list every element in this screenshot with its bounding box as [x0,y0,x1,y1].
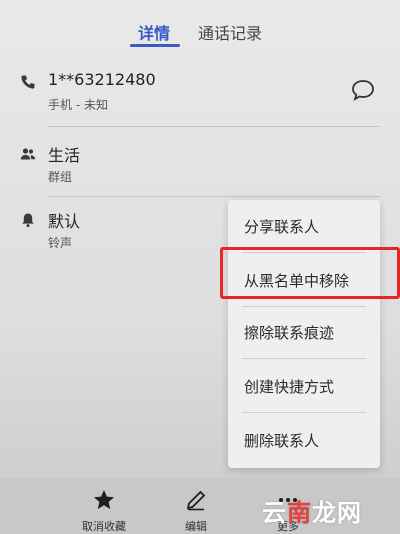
tab-bar: 详情 通话记录 [0,14,400,48]
tab-active-indicator [130,44,180,47]
unfavorite-button[interactable]: 取消收藏 [64,478,144,534]
overflow-menu: 分享联系人 从黑名单中移除 擦除联系痕迹 创建快捷方式 删除联系人 [228,200,380,468]
menu-item-delete-contact[interactable]: 删除联系人 [244,430,319,451]
group-icon [20,148,36,160]
tab-call-log[interactable]: 通话记录 [198,20,262,44]
phone-number: 1**63212480 [48,70,156,89]
group-row[interactable]: 生活 群组 [20,142,380,186]
group-label: 群组 [48,170,73,184]
divider [48,196,380,197]
group-name: 生活 [48,146,81,165]
phone-icon [21,75,35,89]
ringtone-label: 铃声 [48,236,73,250]
message-icon[interactable] [350,78,376,102]
watermark-logo: 云南龙网 [262,499,362,527]
phone-row[interactable]: 1**63212480 手机 - 未知 [20,70,380,114]
unfavorite-label: 取消收藏 [82,520,126,533]
menu-item-create-shortcut[interactable]: 创建快捷方式 [244,376,334,397]
divider [48,126,380,127]
menu-item-erase-contact-traces[interactable]: 擦除联系痕迹 [244,322,334,343]
edit-button[interactable]: 编辑 [156,478,236,534]
menu-item-share-contact[interactable]: 分享联系人 [244,216,319,237]
menu-separator [242,306,366,307]
pencil-icon [186,490,206,511]
menu-separator [242,412,366,413]
contact-details-screen: 详情 通话记录 1**63212480 手机 - 未知 生活 群组 默认 铃声 [0,0,400,534]
highlight-box [220,247,400,299]
phone-type: 手机 - 未知 [48,98,108,112]
bell-icon [22,213,34,228]
menu-separator [242,358,366,359]
tab-details[interactable]: 详情 [138,20,170,44]
edit-label: 编辑 [185,520,207,533]
star-icon [94,490,114,509]
ringtone-name: 默认 [48,212,81,231]
